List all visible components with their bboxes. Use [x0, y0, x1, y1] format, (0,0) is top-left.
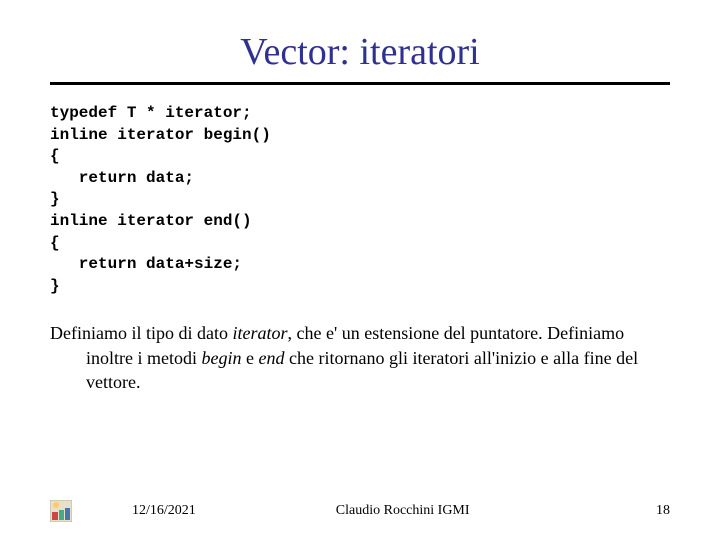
desc-text: Definiamo il tipo di dato	[50, 323, 232, 343]
footer-page-number: 18	[656, 503, 670, 519]
desc-em-end: end	[258, 348, 284, 368]
slide: Vector: iteratori typedef T * iterator; …	[0, 0, 720, 540]
footer: 12/16/2021 Claudio Rocchini IGMI 18	[50, 500, 670, 522]
code-block: typedef T * iterator; inline iterator be…	[50, 103, 670, 297]
desc-em-begin: begin	[201, 348, 241, 368]
footer-author: Claudio Rocchini IGMI	[336, 503, 656, 519]
title-underline	[50, 82, 670, 85]
desc-em-iterator: iterator	[232, 323, 287, 343]
slide-thumbnail-icon	[50, 500, 72, 522]
desc-text: e	[241, 348, 258, 368]
description-paragraph: Definiamo il tipo di dato iterator, che …	[50, 321, 670, 394]
slide-title: Vector: iteratori	[50, 30, 670, 74]
footer-date: 12/16/2021	[132, 503, 196, 519]
